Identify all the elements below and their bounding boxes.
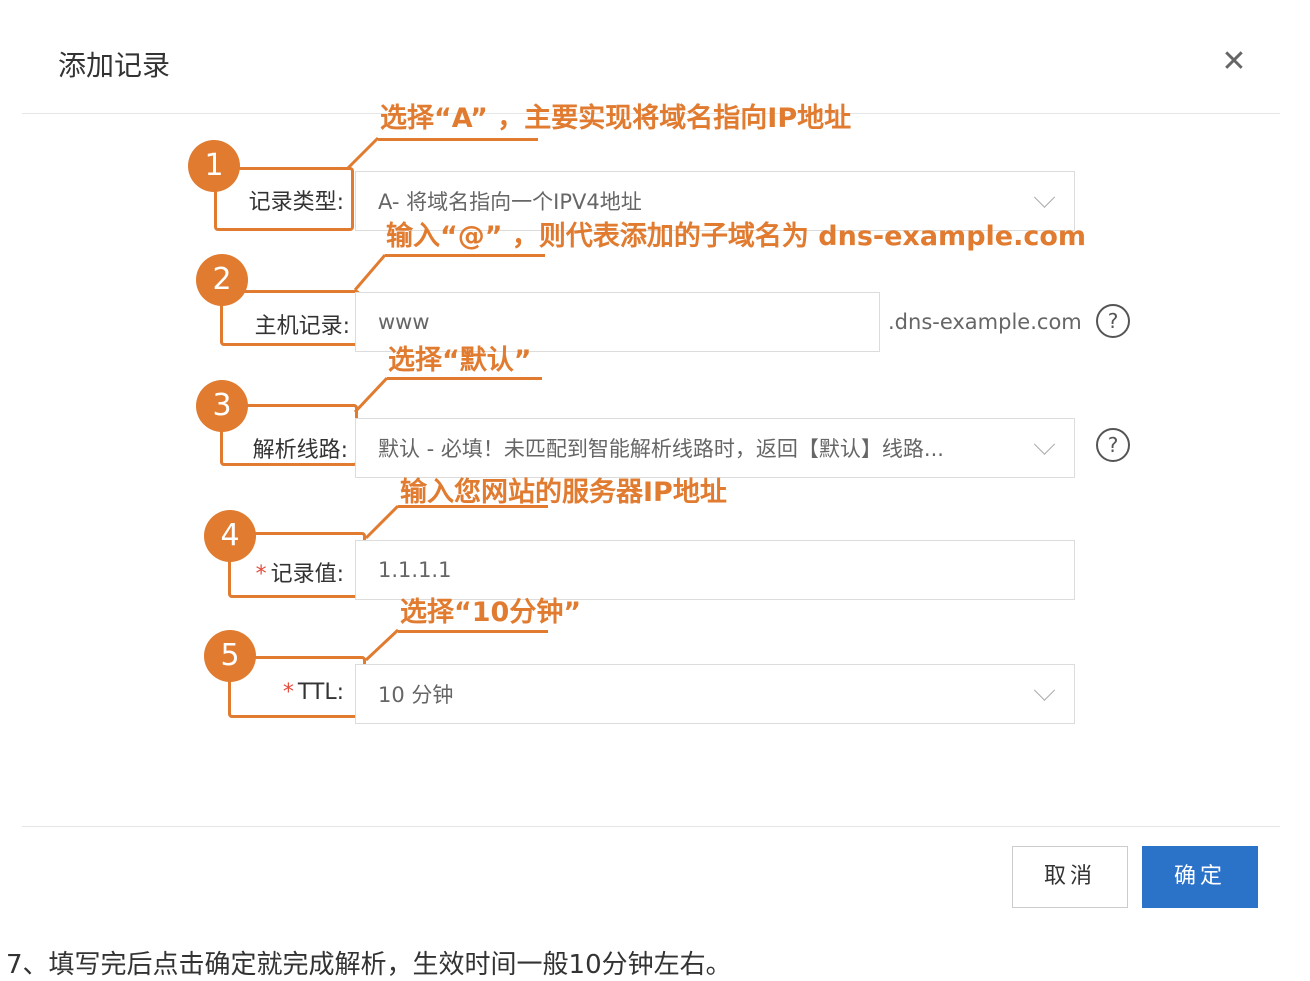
annotation-badge-2: 2 [196, 254, 248, 306]
chevron-down-icon [1033, 186, 1056, 208]
record-type-value: A- 将域名指向一个IPV4地址 [378, 190, 642, 214]
annotation-text-4: 输入您网站的服务器IP地址 [400, 477, 727, 508]
cancel-button[interactable]: 取消 [1012, 846, 1128, 908]
resolve-line-select[interactable]: 默认 - 必填！未匹配到智能解析线路时，返回【默认】线路... [355, 418, 1075, 478]
record-value-label: * 记录值: [228, 556, 344, 588]
chevron-down-icon [1033, 679, 1056, 701]
annotation-badge-5: 5 [204, 630, 256, 682]
host-record-value: www [378, 310, 430, 334]
annotation-underline-1 [378, 138, 538, 141]
annotation-underline-5 [398, 630, 548, 633]
confirm-button[interactable]: 确定 [1142, 846, 1258, 908]
ttl-select[interactable]: 10 分钟 [355, 664, 1075, 724]
annotation-badge-1: 1 [188, 140, 240, 192]
ttl-label: * TTL: [228, 680, 344, 705]
record-type-label: 记录类型: [248, 190, 344, 215]
help-icon[interactable]: ? [1096, 428, 1130, 462]
chevron-down-icon [1033, 433, 1056, 455]
record-value-value: 1.1.1.1 [378, 558, 452, 582]
help-icon[interactable]: ? [1096, 304, 1130, 338]
ttl-label-text: TTL: [297, 680, 344, 705]
resolve-line-label: 解析线路: [252, 438, 348, 463]
annotation-badge-3: 3 [196, 380, 248, 432]
annotation-text-3: 选择“默认” [388, 345, 532, 376]
annotation-underline-3 [387, 377, 542, 380]
host-record-label: 主机记录: [254, 314, 350, 339]
footer-divider [22, 826, 1280, 827]
footnote-text: 7、填写完后点击确定就完成解析，生效时间一般10分钟左右。 [6, 950, 732, 980]
annotation-text-1: 选择“A” ，主要实现将域名指向IP地址 [380, 103, 852, 134]
ttl-value: 10 分钟 [378, 683, 454, 707]
annotation-underline-2 [385, 254, 545, 257]
annotation-badge-4: 4 [204, 510, 256, 562]
resolve-line-value: 默认 - 必填！未匹配到智能解析线路时，返回【默认】线路... [378, 437, 944, 461]
required-mark: * [255, 562, 267, 587]
annotation-text-2: 输入“@” ，则代表添加的子域名为 dns-example.com [386, 221, 1087, 252]
domain-suffix: .dns-example.com [888, 310, 1082, 334]
annotation-text-5: 选择“10分钟” [400, 597, 582, 628]
required-mark: * [282, 680, 294, 705]
record-value-label-text: 记录值: [270, 562, 344, 587]
